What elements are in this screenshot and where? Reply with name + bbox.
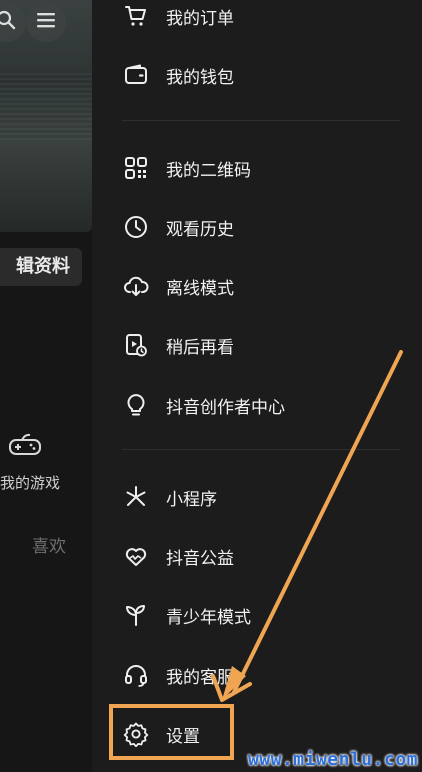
profile-page-background: 辑资料 我的游戏 喜欢 bbox=[0, 0, 92, 772]
screen: 辑资料 我的游戏 喜欢 我的订单 我的钱包 我的二维码 观看历史 离线模式 稍后… bbox=[0, 0, 422, 772]
clock-icon bbox=[122, 213, 150, 241]
heart-charity-icon bbox=[122, 542, 150, 570]
menu-item-offline[interactable]: 离线模式 bbox=[122, 266, 234, 306]
headset-icon bbox=[122, 661, 150, 689]
menu-item-creator-center[interactable]: 抖音创作者中心 bbox=[122, 385, 285, 425]
menu-item-teen-mode[interactable]: 青少年模式 bbox=[122, 595, 251, 635]
menu-item-label: 青少年模式 bbox=[166, 607, 251, 628]
cart-icon bbox=[122, 2, 150, 30]
likes-tab[interactable]: 喜欢 bbox=[32, 532, 66, 557]
menu-item-label: 我的订单 bbox=[166, 8, 234, 29]
menu-divider bbox=[122, 449, 400, 450]
menu-divider bbox=[122, 120, 400, 121]
menu-item-wallet[interactable]: 我的钱包 bbox=[122, 55, 234, 95]
lightbulb-icon bbox=[122, 391, 150, 419]
menu-item-customer-service[interactable]: 我的客服 bbox=[122, 655, 234, 695]
menu-item-label: 抖音公益 bbox=[166, 548, 234, 569]
menu-item-label: 稍后再看 bbox=[166, 337, 234, 358]
menu-item-label: 小程序 bbox=[166, 489, 217, 510]
menu-item-qrcode[interactable]: 我的二维码 bbox=[122, 148, 251, 188]
hamburger-icon bbox=[36, 11, 56, 33]
qrcode-icon bbox=[122, 154, 150, 182]
sprout-icon bbox=[122, 601, 150, 629]
mini-program-icon bbox=[122, 483, 150, 511]
menu-item-label: 抖音创作者中心 bbox=[166, 397, 285, 418]
menu-item-mini-programs[interactable]: 小程序 bbox=[122, 477, 217, 517]
menu-item-orders[interactable]: 我的订单 bbox=[122, 0, 234, 36]
menu-item-label: 我的二维码 bbox=[166, 160, 251, 181]
menu-item-charity[interactable]: 抖音公益 bbox=[122, 536, 234, 576]
watermark: www.miwenlu.com bbox=[247, 749, 418, 770]
gamepad-icon bbox=[8, 432, 42, 464]
cloud-download-icon bbox=[122, 272, 150, 300]
menu-item-history[interactable]: 观看历史 bbox=[122, 207, 234, 247]
my-games-link[interactable]: 我的游戏 bbox=[0, 472, 60, 493]
menu-item-label: 观看历史 bbox=[166, 219, 234, 240]
edit-profile-button[interactable]: 辑资料 bbox=[0, 248, 82, 286]
menu-item-label: 离线模式 bbox=[166, 278, 234, 299]
search-icon bbox=[0, 9, 17, 35]
side-drawer: 我的订单 我的钱包 我的二维码 观看历史 离线模式 稍后再看 抖音创作者中心 小… bbox=[92, 0, 422, 772]
watch-later-icon bbox=[122, 331, 150, 359]
menu-item-label: 我的客服 bbox=[166, 667, 234, 688]
wallet-icon bbox=[122, 61, 150, 89]
menu-item-watch-later[interactable]: 稍后再看 bbox=[122, 325, 234, 365]
settings-highlight-box bbox=[109, 704, 234, 760]
menu-button[interactable] bbox=[26, 2, 66, 42]
menu-item-label: 我的钱包 bbox=[166, 67, 234, 88]
